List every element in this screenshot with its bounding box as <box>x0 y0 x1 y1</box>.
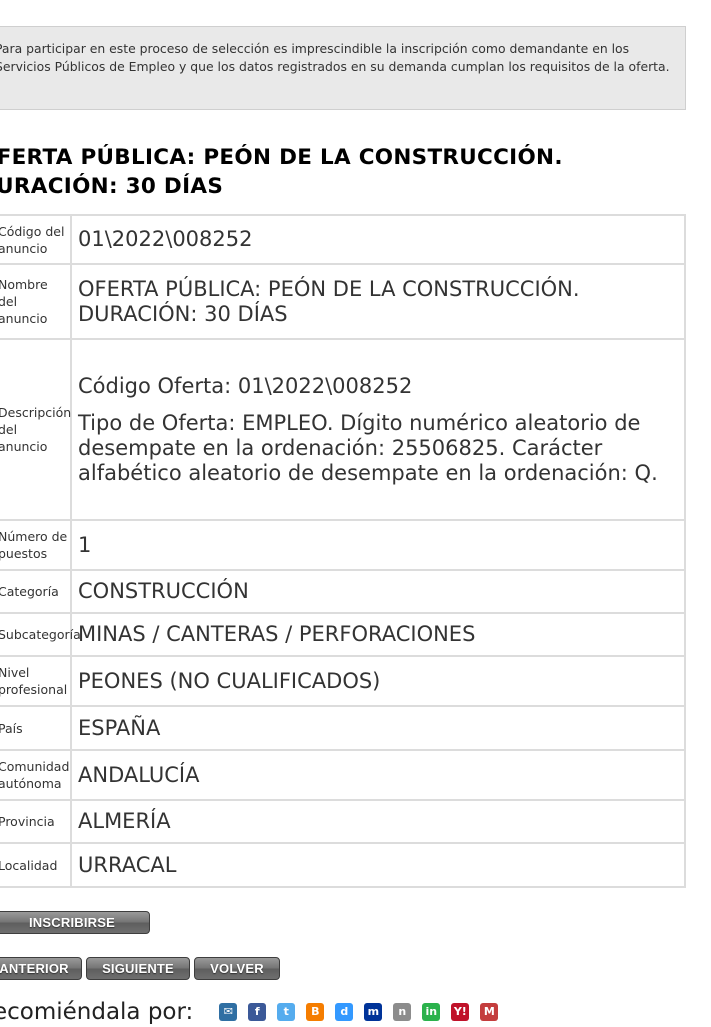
row-value: MINAS / CANTERAS / PERFORACIONES <box>70 612 686 657</box>
meneame-icon[interactable]: M <box>480 1003 499 1021</box>
table-row: Nivel profesional PEONES (NO CUALIFICADO… <box>0 655 686 707</box>
row-label: País <box>0 705 72 751</box>
row-label: Localidad <box>0 842 72 888</box>
share-label: Recomiéndala por: <box>0 999 194 1025</box>
linkedin-icon[interactable]: in <box>422 1003 441 1021</box>
inscription-notice-text: Para participar en este proceso de selec… <box>0 41 670 74</box>
row-value: Código Oferta: 01\2022\008252 Tipo de Of… <box>70 338 686 521</box>
volver-button[interactable]: VOLVER <box>194 957 280 980</box>
row-value: 01\2022\008252 <box>70 214 686 265</box>
offer-page: Para participar en este proceso de selec… <box>0 0 711 1027</box>
row-value: URRACAL <box>70 842 686 888</box>
row-label: Descripción del anuncio <box>0 338 72 521</box>
row-label: Provincia <box>0 799 72 844</box>
email-icon[interactable]: ✉ <box>219 1003 238 1021</box>
row-label: Nivel profesional <box>0 655 72 707</box>
row-value: OFERTA PÚBLICA: PEÓN DE LA CONSTRUCCIÓN.… <box>70 263 686 340</box>
row-value: ALMERÍA <box>70 799 686 844</box>
twitter-icon[interactable]: t <box>277 1003 296 1021</box>
row-label: Número de puestos <box>0 519 72 571</box>
blogger-icon[interactable]: B <box>306 1003 325 1021</box>
row-value: PEONES (NO CUALIFICADOS) <box>70 655 686 707</box>
inscription-notice: Para participar en este proceso de selec… <box>0 26 686 110</box>
table-row: Nombre del anuncio OFERTA PÚBLICA: PEÓN … <box>0 263 686 340</box>
table-row: Comunidad autónoma ANDALUCÍA <box>0 749 686 801</box>
table-row: Categoría CONSTRUCCIÓN <box>0 569 686 614</box>
share-icons: ✉ f t Bd m n in Y! M <box>219 1003 509 1021</box>
table-row: País ESPAÑA <box>0 705 686 751</box>
row-value: ANDALUCÍA <box>70 749 686 801</box>
siguiente-button[interactable]: SIGUIENTE <box>86 957 190 980</box>
table-row: Subcategoría MINAS / CANTERAS / PERFORAC… <box>0 612 686 657</box>
table-row: Código del anuncio 01\2022\008252 <box>0 214 686 265</box>
facebook-icon[interactable]: f <box>248 1003 267 1021</box>
offer-description-text: Tipo de Oferta: EMPLEO. Dígito numérico … <box>78 410 658 485</box>
inscribirse-button[interactable]: INSCRIBIRSE <box>0 911 150 934</box>
row-label: Categoría <box>0 569 72 614</box>
table-row: Descripción del anuncio Código Oferta: 0… <box>0 338 686 521</box>
offer-title: OFERTA PÚBLICA: PEÓN DE LA CONSTRUCCIÓN.… <box>0 145 563 199</box>
myspace-icon[interactable]: m <box>364 1003 383 1021</box>
table-row: Número de puestos 1 <box>0 519 686 571</box>
row-value: 1 <box>70 519 686 571</box>
share-bar: Recomiéndala por: ✉ ftBdmnin Y! M <box>0 997 509 1027</box>
netvibes-icon[interactable]: n <box>393 1003 412 1021</box>
row-label: Subcategoría <box>0 612 81 657</box>
row-value: ESPAÑA <box>70 705 686 751</box>
offer-code-text: Código Oferta: 01\2022\008252 <box>78 373 413 398</box>
yahoo-icon[interactable]: Y! <box>451 1003 470 1021</box>
row-label: Nombre del anuncio <box>0 263 72 340</box>
delicious-icon[interactable]: d <box>335 1003 354 1021</box>
row-label: Comunidad autónoma <box>0 749 72 801</box>
table-row: Provincia ALMERÍA <box>0 799 686 844</box>
offer-details-table: Código del anuncio 01\2022\008252 Nombre… <box>0 214 686 888</box>
table-row: Localidad URRACAL <box>0 842 686 888</box>
anterior-button[interactable]: ANTERIOR <box>0 957 82 980</box>
row-label: Código del anuncio <box>0 214 72 265</box>
row-value: CONSTRUCCIÓN <box>70 569 686 614</box>
